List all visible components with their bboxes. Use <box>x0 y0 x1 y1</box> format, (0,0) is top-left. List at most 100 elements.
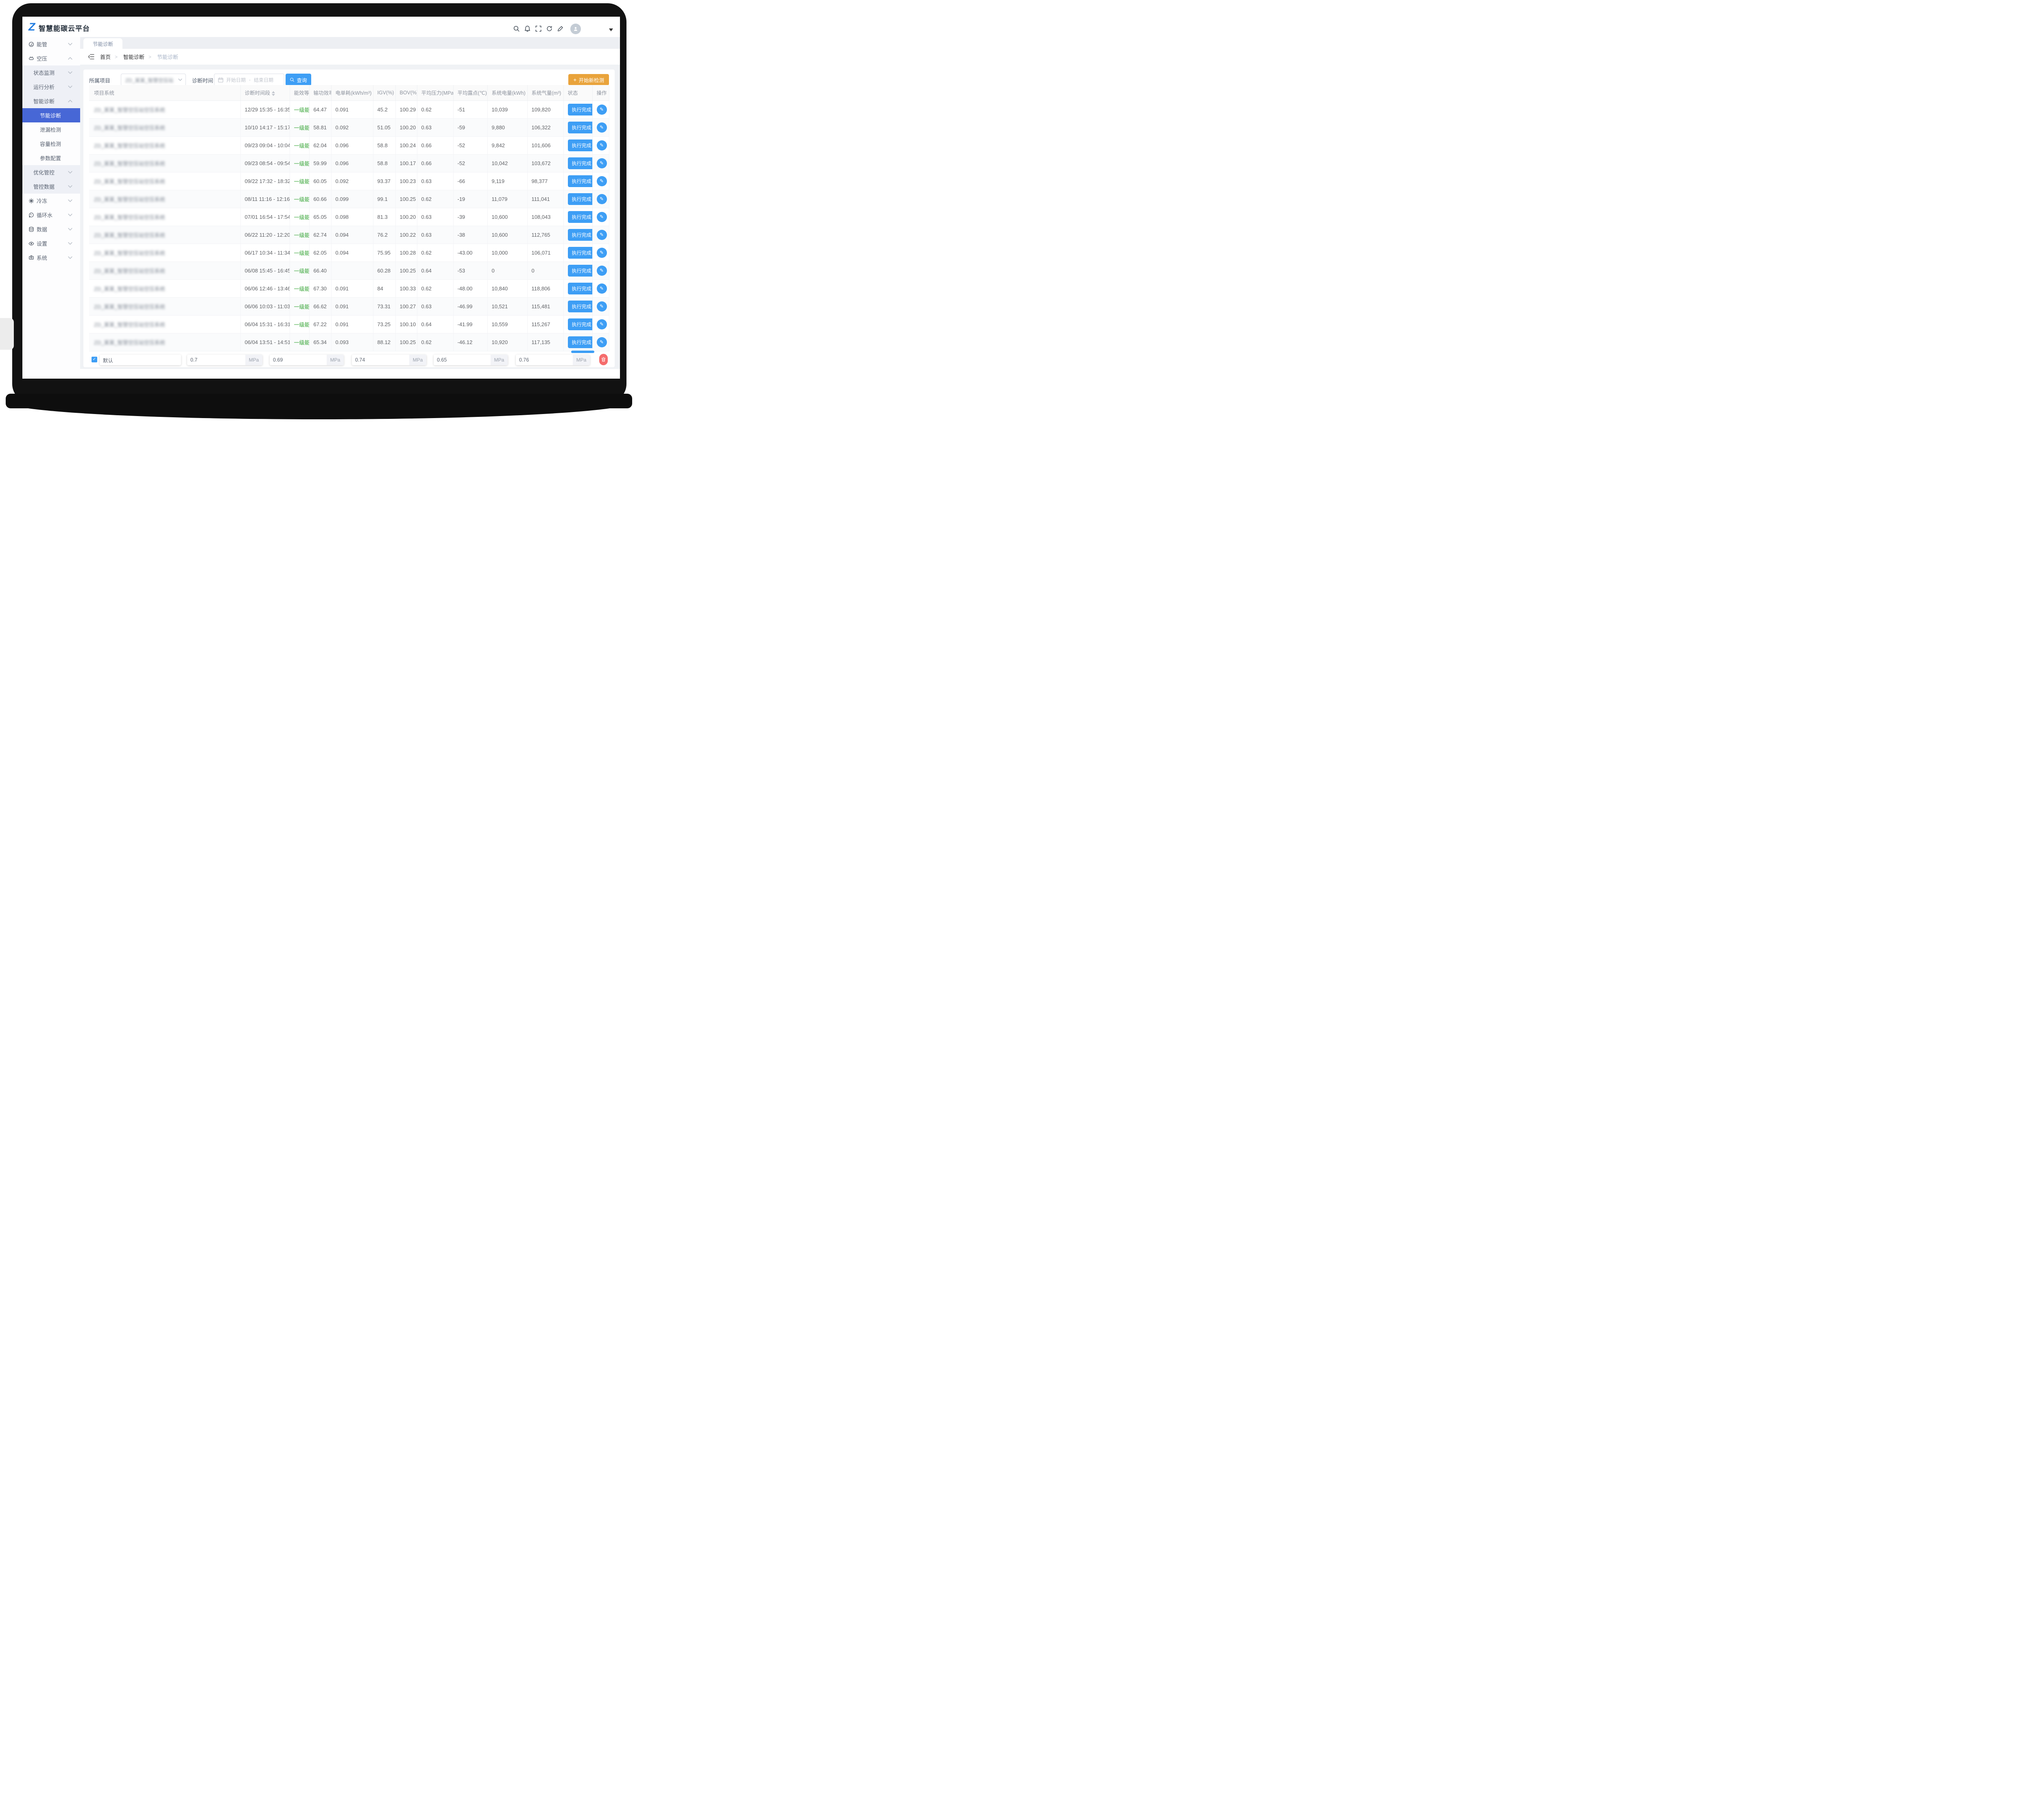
caret-down-icon[interactable] <box>609 28 613 31</box>
refresh-icon[interactable] <box>546 25 553 32</box>
cell-status: 执行完成 <box>563 262 592 279</box>
sidebar-item-energy-mgmt[interactable]: 能管 <box>22 37 80 51</box>
cell-system-energy: 10,039 <box>487 100 527 118</box>
edit-button[interactable]: ✎ <box>597 140 607 150</box>
search-icon[interactable] <box>513 25 520 32</box>
breadcrumb-smart-diagnosis[interactable]: 智能诊断 <box>123 53 144 61</box>
horizontal-scrollbar-thumb[interactable] <box>571 351 594 353</box>
sidebar-item-leak-detection[interactable]: 泄漏检测 <box>22 122 80 137</box>
start-new-detection-button[interactable]: + 开始新检测 <box>568 74 609 85</box>
cell-output-efficiency: 67.22 <box>309 315 331 333</box>
edit-button[interactable]: ✎ <box>597 212 607 222</box>
sidebar-item-run-analysis[interactable]: 运行分析 <box>22 80 80 94</box>
search-button[interactable]: 查询 <box>286 74 311 86</box>
date-range-picker[interactable]: 开始日期 - 结束日期 <box>214 74 284 86</box>
sidebar-item-data[interactable]: 数据 <box>22 222 80 236</box>
edit-button[interactable]: ✎ <box>597 230 607 240</box>
cell-status: 执行完成 <box>563 154 592 172</box>
cell-status: 执行完成 <box>563 333 592 351</box>
pressure-input-5[interactable] <box>516 355 573 365</box>
sidebar-item-label: 循环水 <box>37 211 52 219</box>
cell-igv: 51.05 <box>373 118 395 136</box>
status-badge[interactable]: 执行完成 <box>568 229 593 241</box>
edit-button[interactable]: ✎ <box>597 248 607 258</box>
edit-button[interactable]: ✎ <box>597 301 607 312</box>
config-checkbox[interactable]: ✓ <box>92 357 97 362</box>
sidebar-item-system[interactable]: 系统 <box>22 251 80 265</box>
sidebar-item-capacity-detection[interactable]: 容量检测 <box>22 137 80 151</box>
status-badge[interactable]: 执行完成 <box>568 318 593 330</box>
pressure-input-2[interactable] <box>270 355 327 365</box>
column-header-8: 平均露点(℃) <box>453 85 487 100</box>
cell-project-system: ZD_某某_智慧空压站空压系统 <box>89 226 240 244</box>
edit-button[interactable]: ✎ <box>597 283 607 294</box>
edit-button[interactable]: ✎ <box>597 158 607 168</box>
pressure-input-1[interactable] <box>187 355 245 365</box>
breadcrumb: 首页 > 智能诊断 > 节能诊断 <box>80 49 620 65</box>
status-badge[interactable]: 执行完成 <box>568 283 593 294</box>
cell-energy-grade: 一级能效 <box>290 333 309 351</box>
status-badge[interactable]: 执行完成 <box>568 193 593 205</box>
cell-bov: 100.20 <box>395 208 417 226</box>
delete-button[interactable] <box>599 354 608 365</box>
app-title: 智慧能碳云平台 <box>39 23 90 33</box>
sidebar-item-smart-diagnosis[interactable]: 智能诊断 <box>22 94 80 108</box>
sidebar-item-status-monitor[interactable]: 状态监测 <box>22 65 80 80</box>
pressure-input-3[interactable] <box>352 355 409 365</box>
cell-system-energy: 10,559 <box>487 315 527 333</box>
sidebar-item-energy-saving-diagnosis[interactable]: 节能诊断 <box>22 108 80 122</box>
edit-button[interactable]: ✎ <box>597 105 607 115</box>
status-badge[interactable]: 执行完成 <box>568 175 593 187</box>
sort-icon[interactable] <box>272 91 275 96</box>
sidebar-item-control-data[interactable]: 管控数据 <box>22 179 80 194</box>
cell-energy-grade: 一级能效 <box>290 315 309 333</box>
edit-button[interactable]: ✎ <box>597 176 607 186</box>
sidebar-item-param-config[interactable]: 参数配置 <box>22 151 80 165</box>
status-badge[interactable]: 执行完成 <box>568 301 593 312</box>
cell-system-energy: 10,840 <box>487 279 527 297</box>
cell-igv: 88.12 <box>373 333 395 351</box>
cell-status: 执行完成 <box>563 118 592 136</box>
cell-action: ✎ <box>592 154 609 172</box>
status-badge[interactable]: 执行完成 <box>568 336 593 348</box>
edit-button[interactable]: ✎ <box>597 194 607 204</box>
status-badge[interactable]: 执行完成 <box>568 265 593 277</box>
cell-energy-grade: 一级能效 <box>290 226 309 244</box>
sidebar-item-circulating-water[interactable]: 循环水 <box>22 208 80 222</box>
unit-label: MPa <box>491 355 508 365</box>
status-badge[interactable]: 执行完成 <box>568 157 593 169</box>
status-badge[interactable]: 执行完成 <box>568 247 593 259</box>
cell-period: 09/22 17:32 - 18:32 <box>240 172 290 190</box>
sidebar-item-refrigeration[interactable]: 冷冻 <box>22 194 80 208</box>
edit-button[interactable]: ✎ <box>597 337 607 347</box>
pressure-config-row: ✓ MPaMPaMPaMPaMPa <box>89 353 609 367</box>
search-icon <box>290 77 295 82</box>
cell-output-efficiency: 65.05 <box>309 208 331 226</box>
edit-button[interactable]: ✎ <box>597 122 607 133</box>
avatar[interactable] <box>570 24 581 34</box>
sidebar-item-air-compression[interactable]: 空压 <box>22 51 80 65</box>
cell-igv: 58.8 <box>373 154 395 172</box>
edit-button[interactable]: ✎ <box>597 266 607 276</box>
status-badge[interactable]: 执行完成 <box>568 211 593 223</box>
project-select[interactable]: ZD_某某_智慧空压站 <box>121 74 186 86</box>
cell-status: 执行完成 <box>563 136 592 154</box>
config-name-input[interactable] <box>100 355 181 365</box>
sidebar-item-optimize-control[interactable]: 优化管控 <box>22 165 80 179</box>
tab-energy-saving-diagnosis[interactable]: 节能诊断 <box>83 38 122 49</box>
sidebar-item-settings[interactable]: 设置 <box>22 236 80 251</box>
edit-button[interactable]: ✎ <box>597 319 607 329</box>
column-header-1[interactable]: 诊断时间段 <box>240 85 290 100</box>
fullscreen-icon[interactable] <box>535 25 542 32</box>
status-badge[interactable]: 执行完成 <box>568 104 593 116</box>
collapse-menu-icon[interactable] <box>88 54 94 59</box>
pressure-input-4[interactable] <box>434 355 491 365</box>
cell-system-energy: 0 <box>487 262 527 279</box>
cell-period: 06/08 15:45 - 16:45 <box>240 262 290 279</box>
edit-pen-icon[interactable] <box>557 25 564 32</box>
bell-icon[interactable] <box>524 25 531 32</box>
status-badge[interactable]: 执行完成 <box>568 139 593 151</box>
breadcrumb-home[interactable]: 首页 <box>100 53 111 61</box>
cell-energy-grade: 一级能效 <box>290 262 309 279</box>
status-badge[interactable]: 执行完成 <box>568 122 593 133</box>
